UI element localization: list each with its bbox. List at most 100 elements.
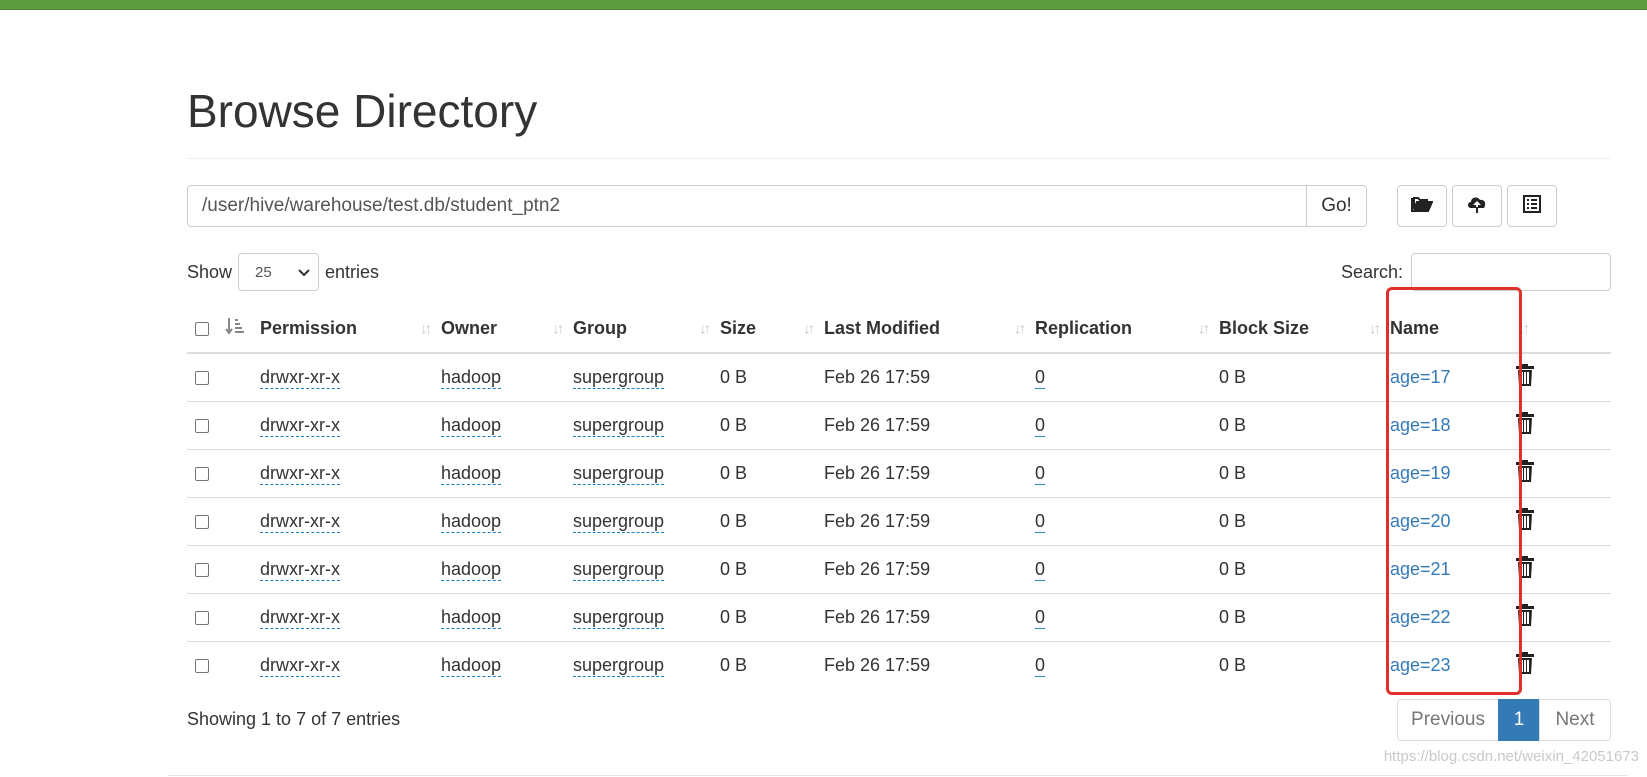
directory-path-input[interactable]: /user/hive/warehouse/test.db/student_ptn…	[187, 185, 1306, 227]
file-name-link[interactable]: age=21	[1390, 559, 1451, 579]
permission-cell: drwxr-xr-x	[260, 641, 441, 689]
owner-cell: hadoop	[441, 352, 573, 402]
replication-cell: 0	[1035, 449, 1219, 498]
upload-files-button[interactable]	[1452, 185, 1502, 227]
permission-value[interactable]: drwxr-xr-x	[260, 559, 340, 581]
entries-per-page-select[interactable]: 25	[238, 253, 320, 291]
create-directory-button[interactable]	[1397, 185, 1447, 227]
row-order-cell	[221, 545, 260, 594]
replication-value[interactable]: 0	[1035, 655, 1046, 677]
permission-value[interactable]: drwxr-xr-x	[260, 415, 340, 437]
row-checkbox[interactable]	[195, 515, 209, 530]
replication-value[interactable]: 0	[1035, 559, 1046, 581]
owner-cell: hadoop	[441, 641, 573, 689]
order-column-header[interactable]	[221, 305, 260, 354]
delete-trash-icon[interactable]	[1515, 364, 1535, 386]
column-header-label: Owner	[441, 318, 498, 338]
permission-value[interactable]: drwxr-xr-x	[260, 463, 340, 485]
last-modified-cell: Feb 26 17:59	[824, 401, 1035, 450]
group-value[interactable]: supergroup	[573, 415, 665, 437]
replication-value[interactable]: 0	[1035, 607, 1046, 629]
sort-ascending-icon	[225, 318, 245, 339]
row-checkbox[interactable]	[195, 659, 209, 674]
column-header-last-modified[interactable]: Last Modified ↓↑	[824, 305, 1035, 354]
group-value[interactable]: supergroup	[573, 367, 665, 389]
permission-value[interactable]: drwxr-xr-x	[260, 367, 340, 389]
previous-page-button[interactable]: Previous	[1397, 699, 1499, 741]
cut-paste-button[interactable]	[1507, 185, 1557, 227]
group-value[interactable]: supergroup	[573, 559, 665, 581]
column-header-replication[interactable]: Replication ↓↑	[1035, 305, 1219, 354]
sort-both-icon: ↓↑	[803, 320, 815, 337]
go-button[interactable]: Go!	[1306, 185, 1367, 227]
owner-value[interactable]: hadoop	[441, 607, 502, 629]
delete-trash-icon[interactable]	[1515, 652, 1535, 674]
browse-directory-page: Browse Directory /user/hive/warehouse/te…	[0, 0, 1647, 777]
sort-both-icon: ↓↑	[552, 320, 564, 337]
name-cell: age=17	[1390, 352, 1515, 402]
file-name-link[interactable]: age=22	[1390, 607, 1451, 627]
size-cell: 0 B	[720, 401, 824, 450]
row-checkbox[interactable]	[195, 371, 209, 386]
file-name-link[interactable]: age=17	[1390, 367, 1451, 387]
file-name-link[interactable]: age=23	[1390, 655, 1451, 675]
column-header-group[interactable]: Group ↓↑	[573, 305, 720, 354]
search-input[interactable]	[1411, 253, 1611, 291]
replication-value[interactable]: 0	[1035, 511, 1046, 533]
page-1-button[interactable]: 1	[1498, 699, 1540, 741]
row-checkbox[interactable]	[195, 563, 209, 578]
file-name-link[interactable]: age=20	[1390, 511, 1451, 531]
group-value[interactable]: supergroup	[573, 655, 665, 677]
row-checkbox[interactable]	[195, 419, 209, 434]
owner-value[interactable]: hadoop	[441, 511, 502, 533]
column-header-label: Name	[1390, 318, 1440, 338]
column-header-name[interactable]: Name ↓↑	[1390, 305, 1530, 354]
replication-value[interactable]: 0	[1035, 415, 1046, 437]
next-page-button[interactable]: Next	[1539, 699, 1611, 741]
column-header-size[interactable]: Size ↓↑	[720, 305, 824, 354]
block-size-cell: 0 B	[1219, 449, 1390, 498]
owner-value[interactable]: hadoop	[441, 415, 502, 437]
list-alt-icon	[1523, 194, 1541, 218]
permission-value[interactable]: drwxr-xr-x	[260, 607, 340, 629]
table-row: drwxr-xr-x hadoop supergroup 0 B Feb 26 17:5…	[187, 401, 1611, 450]
select-all-checkbox[interactable]	[195, 322, 209, 337]
block-size-cell: 0 B	[1219, 401, 1390, 450]
owner-value[interactable]: hadoop	[441, 655, 502, 677]
file-name-link[interactable]: age=18	[1390, 415, 1451, 435]
actions-header	[1515, 305, 1611, 354]
file-name-link[interactable]: age=19	[1390, 463, 1451, 483]
permission-cell: drwxr-xr-x	[260, 497, 441, 546]
delete-trash-icon[interactable]	[1515, 460, 1535, 482]
replication-value[interactable]: 0	[1035, 367, 1046, 389]
block-size-cell: 0 B	[1219, 641, 1390, 689]
column-header-owner[interactable]: Owner ↓↑	[441, 305, 573, 354]
length-menu: Show 25 entries	[187, 253, 379, 291]
sort-both-icon: ↓↑	[699, 320, 711, 337]
group-value[interactable]: supergroup	[573, 511, 665, 533]
replication-cell: 0	[1035, 401, 1219, 450]
actions-cell	[1515, 449, 1611, 498]
permission-cell: drwxr-xr-x	[260, 401, 441, 450]
delete-trash-icon[interactable]	[1515, 556, 1535, 578]
replication-value[interactable]: 0	[1035, 463, 1046, 485]
row-checkbox[interactable]	[195, 467, 209, 482]
owner-value[interactable]: hadoop	[441, 367, 502, 389]
owner-value[interactable]: hadoop	[441, 463, 502, 485]
row-checkbox[interactable]	[195, 611, 209, 626]
group-value[interactable]: supergroup	[573, 463, 665, 485]
permission-value[interactable]: drwxr-xr-x	[260, 511, 340, 533]
row-order-cell	[221, 401, 260, 450]
permission-cell: drwxr-xr-x	[260, 449, 441, 498]
delete-trash-icon[interactable]	[1515, 412, 1535, 434]
owner-value[interactable]: hadoop	[441, 559, 502, 581]
delete-trash-icon[interactable]	[1515, 604, 1535, 626]
replication-cell: 0	[1035, 497, 1219, 546]
column-header-block-size[interactable]: Block Size ↓↑	[1219, 305, 1390, 354]
group-value[interactable]: supergroup	[573, 607, 665, 629]
column-header-permission[interactable]: Permission ↓↑	[260, 305, 441, 354]
file-table: Permission ↓↑ Owner ↓↑ Group ↓↑ Size ↓↑ …	[187, 305, 1611, 689]
permission-value[interactable]: drwxr-xr-x	[260, 655, 340, 677]
top-navbar	[0, 0, 1647, 10]
delete-trash-icon[interactable]	[1515, 508, 1535, 530]
